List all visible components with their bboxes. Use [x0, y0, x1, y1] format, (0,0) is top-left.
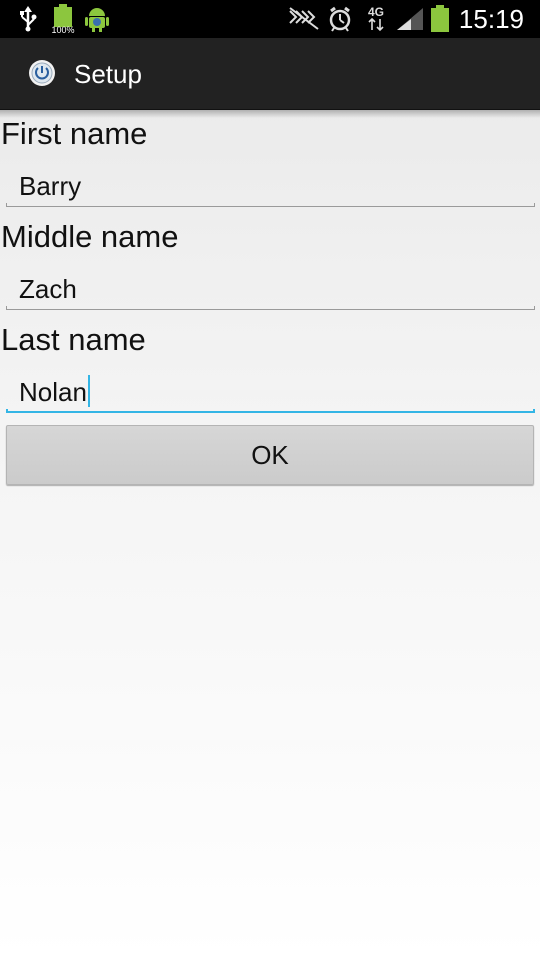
last-name-underline — [6, 409, 535, 413]
first-name-value: Barry — [19, 171, 82, 201]
usb-icon — [18, 6, 38, 37]
middle-name-field[interactable]: Zach — [6, 266, 535, 310]
first-name-label: First name — [1, 116, 148, 151]
first-name-underline — [6, 203, 535, 207]
last-name-label: Last name — [1, 322, 146, 357]
battery-percent-text: 100% — [51, 25, 74, 34]
signal-strength-icon — [397, 8, 423, 35]
battery-full-icon: 100% — [50, 4, 78, 39]
power-app-icon[interactable] — [27, 58, 57, 88]
last-name-field[interactable]: Nolan — [6, 369, 535, 413]
alarm-icon — [328, 6, 352, 37]
text-cursor — [87, 375, 90, 408]
last-name-value-wrap: Nolan — [19, 375, 90, 410]
first-name-field[interactable]: Barry — [6, 163, 535, 207]
no-signal-icon — [288, 7, 320, 36]
middle-name-underline — [6, 306, 535, 310]
status-time: 15:19 — [458, 4, 524, 34]
middle-name-value: Zach — [19, 274, 77, 304]
ok-button[interactable]: OK — [6, 425, 534, 485]
page-title: Setup — [74, 59, 142, 89]
battery-icon — [430, 5, 450, 38]
4g-data-icon: 4G — [364, 4, 388, 37]
middle-name-label: Middle name — [1, 219, 179, 254]
network-type-text: 4G — [368, 5, 384, 19]
android-debug-icon — [84, 5, 110, 38]
last-name-value: Nolan — [19, 377, 87, 407]
status-bar: 100% 4G 15:19 — [0, 0, 540, 38]
action-bar: Setup — [0, 38, 540, 110]
